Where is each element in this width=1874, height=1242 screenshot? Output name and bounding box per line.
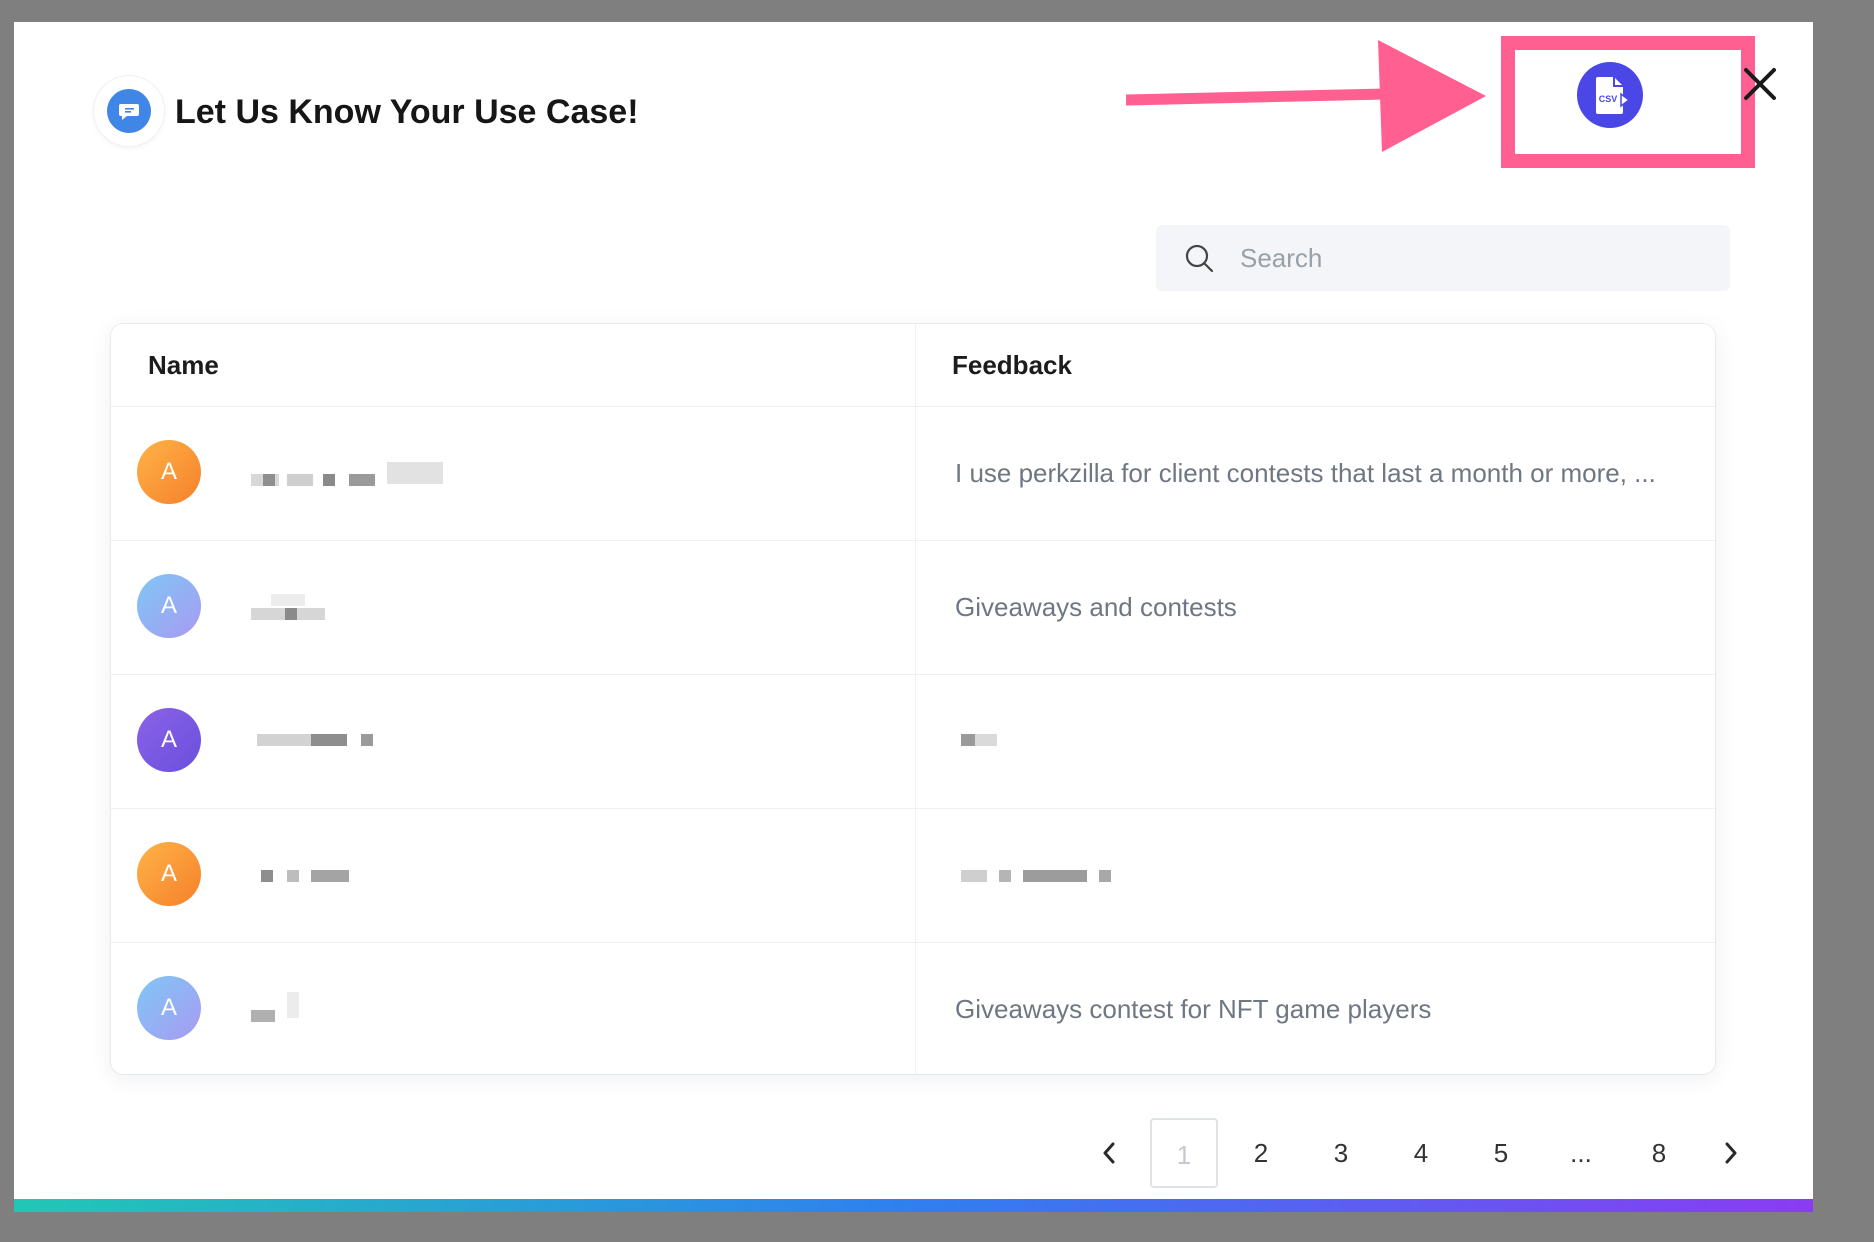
use-case-modal: Let Us Know Your Use Case! CSV Search Na… bbox=[14, 22, 1813, 1212]
page-button[interactable]: 8 bbox=[1632, 1118, 1686, 1188]
table-row[interactable]: A Giveaways and contests bbox=[111, 540, 1715, 675]
avatar: A bbox=[137, 574, 201, 638]
page-button[interactable]: 2 bbox=[1234, 1118, 1288, 1188]
feedback-cell: I use perkzilla for client contests that… bbox=[955, 458, 1656, 488]
search-box[interactable] bbox=[1156, 225, 1730, 291]
close-button[interactable] bbox=[1736, 60, 1784, 108]
search-icon bbox=[1182, 241, 1216, 275]
svg-text:CSV: CSV bbox=[1599, 94, 1618, 104]
close-icon bbox=[1744, 68, 1776, 100]
avatar: A bbox=[137, 976, 201, 1040]
page-button[interactable]: 3 bbox=[1314, 1118, 1368, 1188]
annotation-arrow bbox=[1126, 40, 1486, 152]
page-button-current[interactable]: 1 bbox=[1150, 1118, 1218, 1188]
chat-bubble-icon bbox=[107, 89, 151, 133]
chevron-left-icon bbox=[1103, 1142, 1115, 1164]
avatar: A bbox=[137, 440, 201, 504]
page-button[interactable]: 4 bbox=[1394, 1118, 1448, 1188]
table-header: Name Feedback bbox=[111, 324, 1715, 407]
chevron-right-icon bbox=[1725, 1142, 1737, 1164]
feedback-table: Name Feedback A I use perkzilla for clie… bbox=[111, 324, 1715, 1074]
feedback-cell: Giveaways and contests bbox=[955, 592, 1237, 622]
search-input[interactable] bbox=[1238, 241, 1682, 275]
avatar: A bbox=[137, 842, 201, 906]
page-ellipsis: ... bbox=[1570, 1138, 1592, 1168]
backdrop bbox=[1813, 0, 1874, 1242]
column-header-name: Name bbox=[148, 350, 219, 380]
table-row[interactable]: A bbox=[111, 808, 1715, 943]
column-header-feedback: Feedback bbox=[952, 350, 1072, 380]
prev-page-button[interactable] bbox=[1084, 1118, 1134, 1188]
next-page-button[interactable] bbox=[1706, 1118, 1756, 1188]
table-row[interactable]: A bbox=[111, 674, 1715, 809]
modal-title: Let Us Know Your Use Case! bbox=[175, 93, 639, 131]
feedback-cell bbox=[955, 674, 1695, 808]
feedback-cell: Giveaways contest for NFT game players bbox=[955, 994, 1432, 1024]
page-button[interactable]: 5 bbox=[1474, 1118, 1528, 1188]
table-row[interactable]: A I use perkzilla for client contests th… bbox=[111, 406, 1715, 541]
table-row[interactable]: A Giveaways contest for NFT game players bbox=[111, 942, 1715, 1074]
bottom-gradient-bar bbox=[14, 1199, 1813, 1212]
csv-file-icon: CSV bbox=[1596, 77, 1631, 114]
avatar: A bbox=[137, 708, 201, 772]
header-icon-wrapper bbox=[94, 76, 164, 146]
export-csv-button[interactable]: CSV bbox=[1577, 62, 1643, 128]
